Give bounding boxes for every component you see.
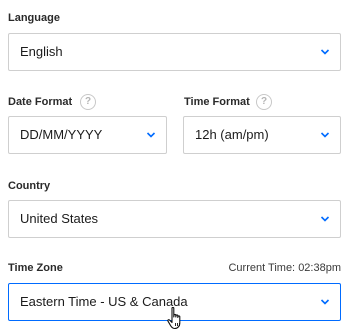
date-format-value: DD/MM/YYYY — [20, 127, 103, 142]
chevron-down-icon — [320, 132, 330, 138]
time-format-select[interactable]: 12h (am/pm) — [183, 116, 341, 154]
time-format-label: Time Format — [184, 96, 250, 108]
current-time-label: Current Time: — [228, 262, 296, 274]
language-select[interactable]: English — [8, 33, 341, 71]
country-value: United States — [20, 211, 99, 226]
hand-pointer-cursor-icon — [167, 306, 181, 330]
current-time: Current Time: 02:38pm — [228, 262, 341, 274]
country-label: Country — [8, 180, 51, 192]
country-select[interactable]: United States — [8, 200, 341, 238]
date-format-label: Date Format — [8, 96, 73, 108]
date-format-select[interactable]: DD/MM/YYYY — [8, 116, 167, 154]
current-time-value: 02:38pm — [298, 262, 341, 274]
chevron-down-icon — [320, 49, 330, 55]
language-label: Language — [8, 12, 60, 24]
date-format-help-icon[interactable]: ? — [80, 94, 96, 110]
time-format-help-icon[interactable]: ? — [256, 94, 272, 110]
time-zone-label: Time Zone — [8, 262, 63, 274]
chevron-down-icon — [320, 216, 330, 222]
time-format-value: 12h (am/pm) — [195, 127, 269, 142]
chevron-down-icon — [320, 299, 330, 305]
time-zone-value: Eastern Time - US & Canada — [20, 294, 188, 309]
language-value: English — [20, 44, 63, 59]
chevron-down-icon — [146, 132, 156, 138]
